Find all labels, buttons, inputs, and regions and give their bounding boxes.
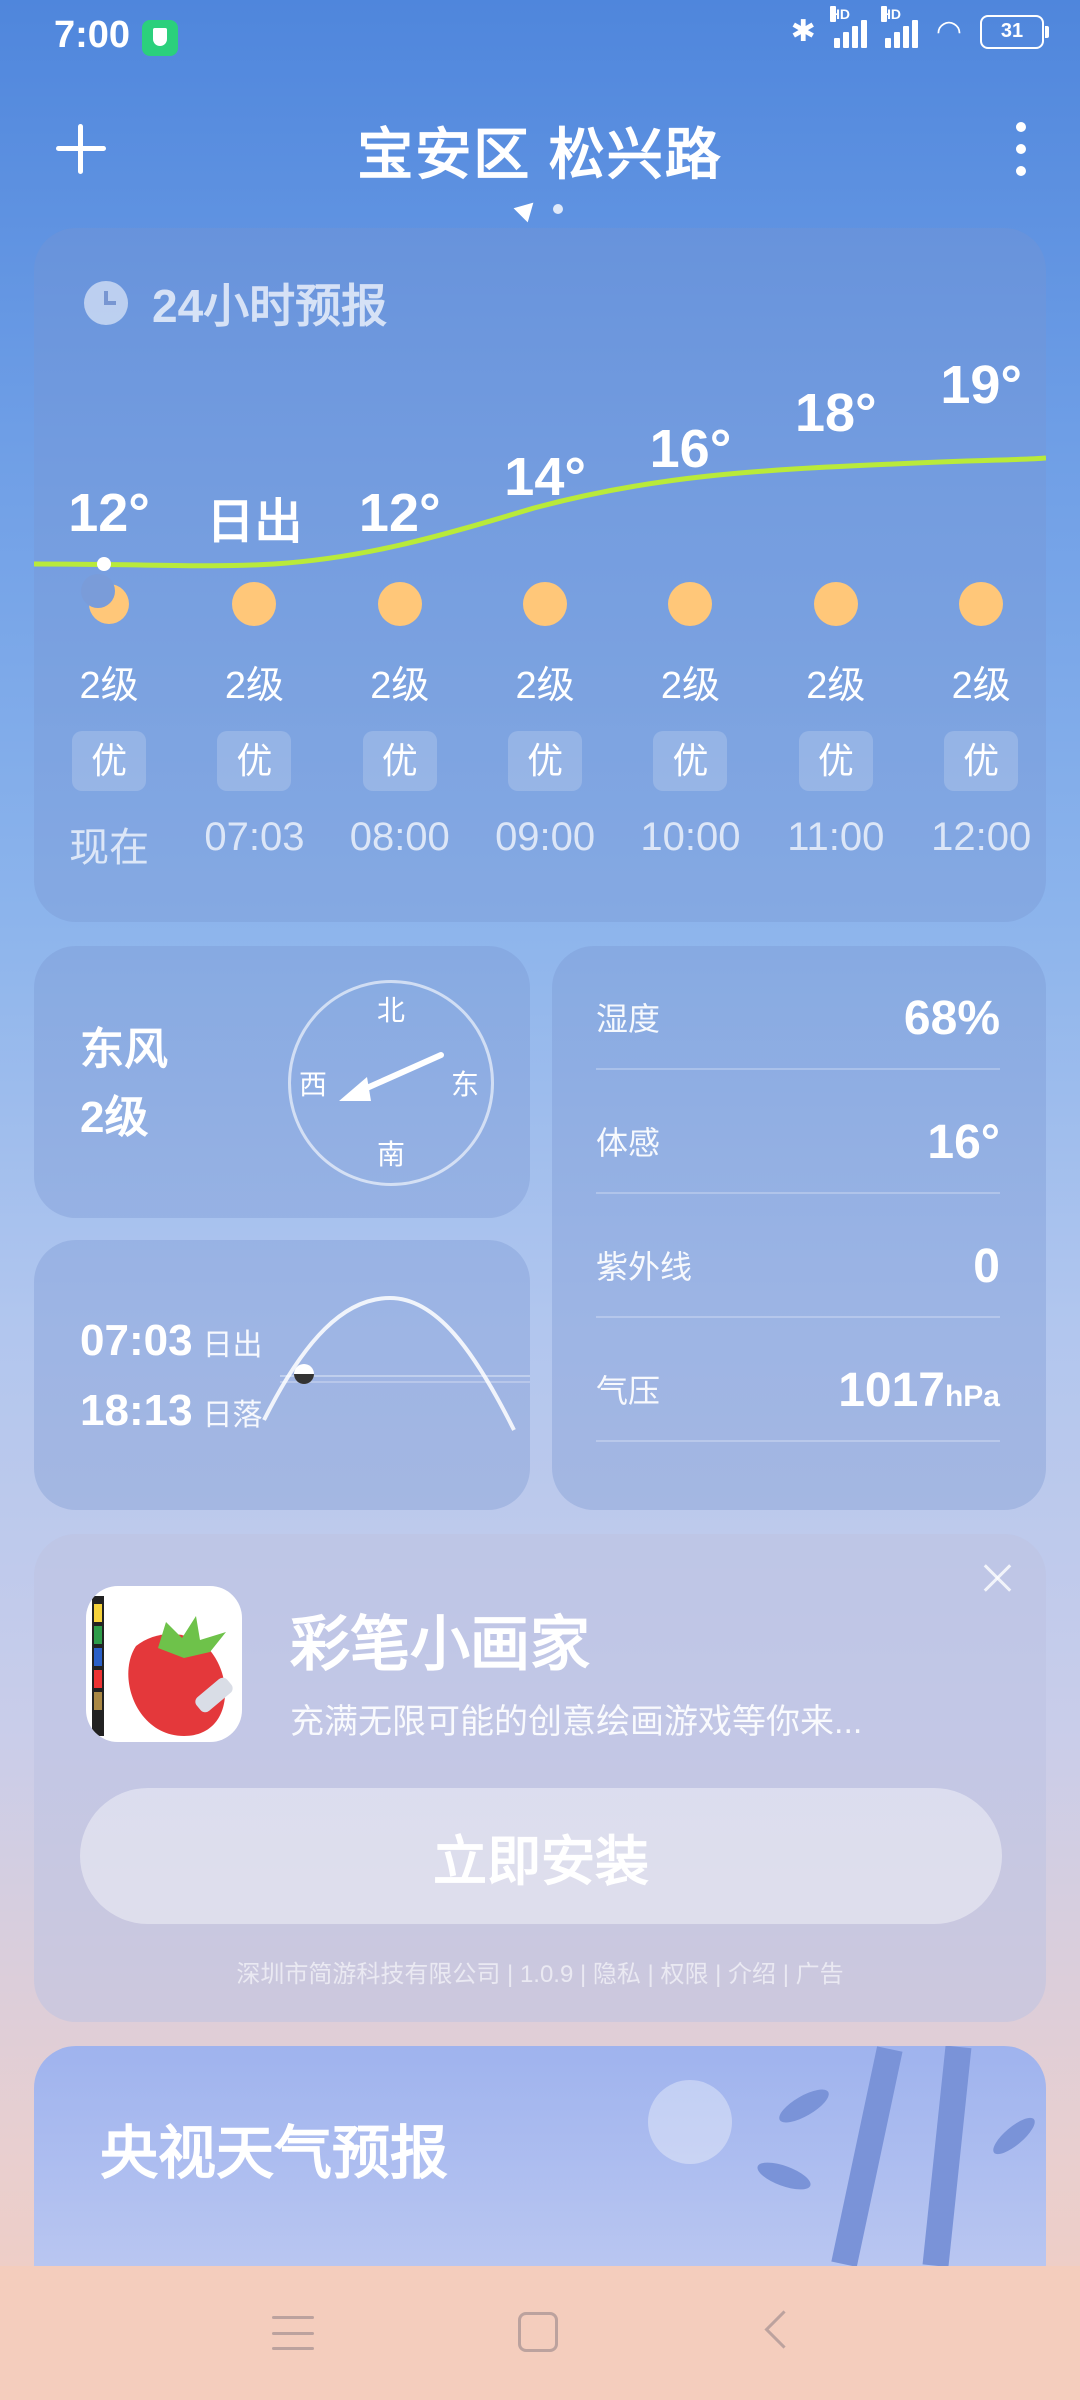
wind-text: 东风 2级: [80, 1016, 168, 1152]
sun-icon: [523, 582, 568, 626]
hourly-time: 09:00: [495, 815, 596, 859]
app-icon[interactable]: [86, 1586, 242, 1742]
ad-meta: 深圳市简游科技有限公司 | 1.0.9 | 隐私 | 权限 | 介绍 | 广告: [236, 1961, 844, 1988]
details-card[interactable]: 湿度 68% 体感 16° 紫外线 0 气压 1017hPa: [552, 946, 1046, 1510]
wind-level-label: 2级: [806, 665, 866, 707]
wind-compass: 北 南 西 东: [288, 980, 494, 1186]
top-bar: 宝安区 松兴路: [0, 100, 1080, 196]
hourly-temp: 12°: [358, 483, 441, 543]
security-shield-icon: [142, 20, 178, 56]
hourly-column: 2级优现在: [39, 574, 179, 873]
air-quality-badge: 优: [944, 731, 1019, 791]
detail-value: 1017hPa: [838, 1364, 1000, 1417]
install-button[interactable]: 立即安装: [80, 1788, 1002, 1924]
hourly-time: 12:00: [931, 815, 1032, 859]
detail-row: 紫外线 0: [596, 1194, 1000, 1318]
sun-icon: [959, 582, 1004, 626]
close-ad-icon[interactable]: [980, 1560, 1016, 1596]
strawberry-icon: [92, 1596, 233, 1736]
hourly-time: 现在: [69, 826, 150, 870]
hourly-time: 07:03: [204, 815, 305, 859]
home-icon[interactable]: [518, 2312, 558, 2352]
detail-row: 气压 1017hPa: [596, 1318, 1000, 1442]
location-arrow-icon: [513, 195, 541, 223]
hourly-column: 2级优 11:00: [766, 582, 906, 860]
detail-value: 0: [973, 1240, 1000, 1293]
wind-level-label: 2级: [224, 665, 284, 707]
back-icon[interactable]: [764, 2310, 803, 2349]
bluetooth-icon: ✱: [790, 15, 816, 48]
air-quality-badge: 优: [217, 731, 292, 791]
bamboo-illustration: [648, 2046, 1035, 2266]
system-nav-bar: [0, 2266, 1080, 2400]
hourly-temp: 19°: [940, 355, 1022, 415]
ad-card[interactable]: 彩笔小画家 充满无限可能的创意绘画游戏等你来... 立即安装 深圳市简游科技有限…: [34, 1534, 1046, 2022]
wind-direction: 东风: [80, 1025, 168, 1074]
hourly-temp: 14°: [504, 447, 586, 507]
ad-description: 充满无限可能的创意绘画游戏等你来...: [290, 1703, 863, 1741]
wind-level-label: 2级: [370, 665, 430, 707]
page-indicator: [0, 195, 1080, 223]
signal-icon-2: HD: [880, 5, 918, 48]
detail-label: 气压: [596, 1373, 661, 1409]
wind-level-label: 2级: [951, 665, 1011, 707]
wind-level-label: 2级: [79, 665, 139, 707]
detail-row: 体感 16°: [596, 1070, 1000, 1194]
moon-icon: [81, 574, 131, 626]
detail-value: 16°: [927, 1116, 1000, 1169]
hourly-temp: 18°: [794, 383, 877, 443]
status-bar: 7:00 ✱ HD HD ◠ 31: [0, 0, 1080, 76]
hourly-time: 10:00: [640, 815, 741, 859]
page-dot: [553, 204, 563, 214]
air-quality-badge: 优: [508, 731, 583, 791]
hourly-column: 2级优 08:00: [330, 582, 470, 860]
battery-icon: 31: [980, 14, 1049, 49]
sun-icon: [377, 582, 422, 626]
hourly-columns: 12° 2级优现在 日出 2级优 07:03 12° 2级优 08:00 14° 2级优 09:00…: [34, 228, 1046, 922]
hourly-temp: 12°: [68, 483, 150, 543]
ad-title: 彩笔小画家: [290, 1611, 590, 1678]
cctv-forecast-card[interactable]: 央视天气预报: [34, 2046, 1046, 2266]
wind-card[interactable]: 东风 2级 北 南 西 东: [34, 946, 530, 1218]
signal-icon: HD: [829, 5, 867, 48]
air-quality-badge: 优: [362, 731, 437, 791]
sun-icon: [813, 582, 858, 626]
status-icons: ✱ HD HD ◠ 31: [790, 5, 1049, 49]
detail-label: 湿度: [596, 1001, 661, 1037]
detail-row: 湿度 68%: [596, 946, 1000, 1070]
status-time: 7:00: [54, 14, 131, 56]
detail-label: 体感: [596, 1125, 661, 1161]
sun-icon: [668, 582, 713, 626]
air-quality-badge: 优: [798, 731, 873, 791]
wind-level: 2级: [80, 1093, 149, 1142]
hourly-column: 2级优 12:00: [911, 582, 1051, 860]
detail-value: 68%: [903, 992, 1000, 1045]
sun-icon: [232, 582, 277, 626]
menu-icon[interactable]: [272, 2316, 314, 2350]
sun-card[interactable]: 07:03 日出 18:13 日落: [34, 1240, 530, 1510]
detail-label: 紫外线: [596, 1249, 693, 1285]
sun-arc: [262, 1295, 530, 1431]
hourly-temp: 日出: [206, 496, 303, 549]
wifi-icon: ◠: [935, 15, 962, 48]
hourly-time: 08:00: [349, 815, 450, 859]
air-quality-badge: 优: [72, 731, 147, 791]
hourly-time: 11:00: [787, 815, 885, 859]
hourly-column: 2级优 09:00: [475, 582, 615, 860]
air-quality-badge: 优: [653, 731, 728, 791]
hourly-column: 2级优 10:00: [620, 582, 760, 860]
hourly-column: 2级优 07:03: [184, 582, 324, 860]
wind-level-label: 2级: [660, 665, 721, 707]
more-menu-icon[interactable]: [1014, 122, 1028, 176]
city-title: 宝安区 松兴路: [357, 123, 723, 186]
wind-arrow-icon: [339, 1052, 444, 1101]
wind-level-label: 2级: [515, 665, 575, 707]
hourly-temp: 16°: [649, 419, 732, 479]
hourly-forecast-card[interactable]: 24小时预报 12° 2级优现在 日出 2级优 07:03 12° 2级优 08:00 14° 2…: [34, 228, 1046, 922]
